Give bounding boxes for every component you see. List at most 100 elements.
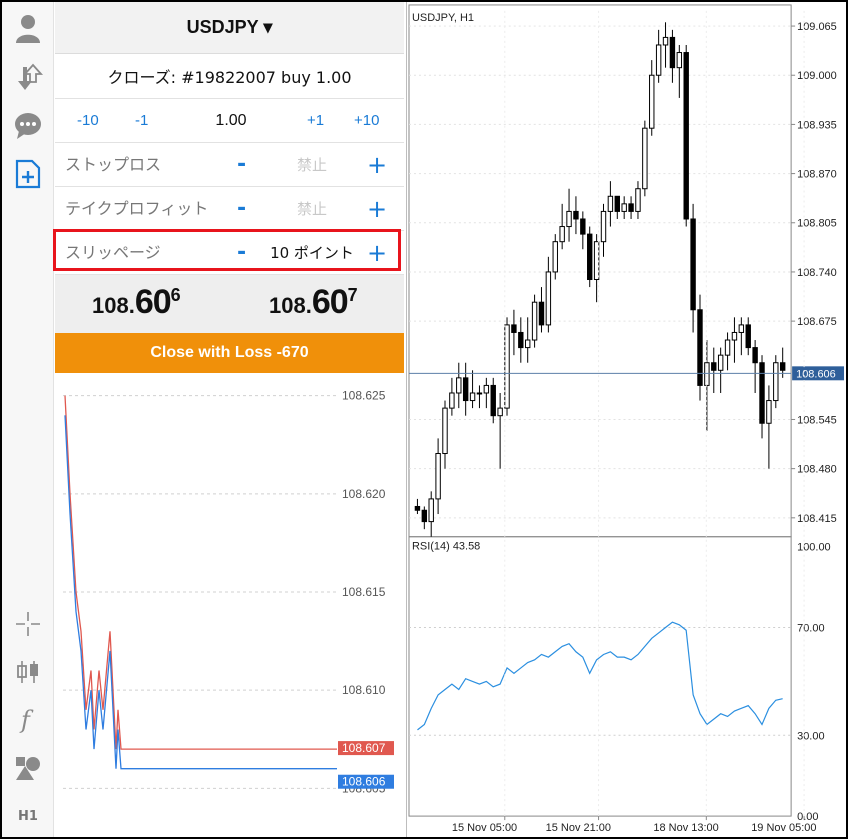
new-order-icon[interactable] [2,154,54,194]
candle-bull [442,407,448,455]
ask-price[interactable]: 108.607 [269,283,358,322]
price-axis-label: 108.545 [797,414,837,426]
symbol-selector[interactable]: USDJPY ▾ [55,2,404,54]
candles-icon[interactable] [2,652,54,692]
stop-loss-minus-button[interactable]: - [237,143,246,187]
bid-price-tag-label: 108.606 [342,775,386,789]
candle-bull [676,52,683,69]
volume-value[interactable]: 1.00 [195,99,267,143]
tick-y-label: 108.625 [342,389,386,403]
bid-prefix: 108. [92,293,135,318]
volume-minus10-button[interactable]: -10 [77,99,99,143]
stop-loss-value[interactable]: 禁止 [260,143,364,187]
rsi-title: RSI(14) 43.58 [412,541,480,553]
slippage-row: スリッページ - 10 ポイント + [55,231,404,275]
stop-loss-label: ストップロス [65,155,162,174]
price-axis-label: 109.065 [797,21,837,33]
price-axis-label: 108.740 [797,267,837,279]
volume-minus1-button[interactable]: -1 [135,99,148,143]
candle-bull [483,384,490,394]
candle-bear [414,505,421,511]
candle-bull [704,362,710,386]
price-axis-label: 108.935 [797,119,837,131]
chat-icon[interactable] [2,106,54,146]
tick-y-label: 108.615 [342,585,386,599]
timeframe-label: H1 [18,808,38,824]
slippage-minus-button[interactable]: - [237,231,246,275]
candle-bear [511,324,517,333]
take-profit-label: テイクプロフィット [65,199,209,218]
rsi-axis-label: 30.00 [797,730,824,742]
close-position-line: クローズ: #19822007 buy 1.00 [55,54,404,99]
candle-bull [717,354,724,371]
candle-bull [552,241,558,273]
candle-bull [655,44,662,76]
candle-bull [435,453,441,500]
price-axis-label: 109.000 [797,70,837,82]
candle-bull [497,407,503,417]
candle-bull [531,301,538,341]
price-axis-label: 108.675 [797,316,837,328]
candle-bull [476,392,483,395]
account-icon[interactable] [2,8,54,48]
take-profit-plus-button[interactable]: + [367,187,387,231]
candle-bull [504,324,510,409]
volume-plus1-button[interactable]: +1 [307,99,324,143]
rsi-axis-label: 100.00 [797,542,831,554]
candle-bull [621,203,627,212]
trade-transfer-icon[interactable] [2,58,54,98]
slippage-plus-button[interactable]: + [367,231,387,275]
bid-sup: 6 [170,285,181,305]
take-profit-value[interactable]: 禁止 [260,187,364,231]
candle-bear [683,52,689,220]
candle-bull [607,195,614,212]
ask-big: 60 [311,283,349,321]
price-axis-label: 108.415 [797,513,837,525]
candle-bear [779,362,786,371]
candle-bear [697,309,703,386]
candle-bull [566,210,572,228]
candle-bull [731,331,738,341]
close-position-text: クローズ: #19822007 buy 1.00 [107,68,352,87]
time-axis-label: 19 Nov 05:00 [751,822,816,834]
price-axis-label: 108.805 [797,218,837,230]
objects-icon[interactable] [2,748,54,788]
crosshair-icon[interactable] [2,604,54,644]
candle-bull [559,226,565,243]
function-icon[interactable]: f [2,700,54,740]
current-price-tag-label: 108.606 [796,368,836,380]
tick-y-label: 108.620 [342,487,386,501]
rsi-pane-frame [408,536,792,817]
close-with-loss-button[interactable]: Close with Loss -670 [55,333,404,373]
take-profit-minus-button[interactable]: - [237,187,246,231]
candle-bear [690,218,696,311]
candle-bull [642,127,648,190]
volume-plus10-button[interactable]: +10 [354,99,379,143]
symbol-label: USDJPY ▾ [186,17,273,37]
candle-bear [518,331,524,349]
rsi-line [417,621,783,731]
candle-bear [745,324,751,349]
ask-prefix: 108. [269,293,312,318]
stop-loss-plus-button[interactable]: + [367,143,387,187]
chart-title: USDJPY, H1 [412,12,474,24]
candle-bull [600,210,607,243]
take-profit-row: テイクプロフィット - 禁止 + [55,187,404,231]
stop-loss-row: ストップロス - 禁止 + [55,143,404,187]
candle-bull [524,339,531,349]
timeframe-button[interactable]: H1 [2,796,54,836]
close-with-loss-label: Close with Loss -670 [150,344,309,361]
bid-price[interactable]: 108.606 [92,283,181,322]
time-axis-label: 15 Nov 21:00 [546,822,611,834]
candle-bear [752,347,758,364]
candle-bull [649,74,655,129]
price-chart[interactable]: 109.065 109.000 108.935 108.870 108.805 108.7… [406,2,846,837]
price-pane-frame [408,4,792,538]
candle-bear [587,233,593,281]
candle-bear [759,362,765,424]
bid-big: 60 [134,283,172,321]
slippage-value[interactable]: 10 ポイント [260,231,364,275]
candle-bear [421,509,428,523]
time-axis-label: 15 Nov 05:00 [452,822,517,834]
rsi-axis-label: 70.00 [797,623,824,635]
